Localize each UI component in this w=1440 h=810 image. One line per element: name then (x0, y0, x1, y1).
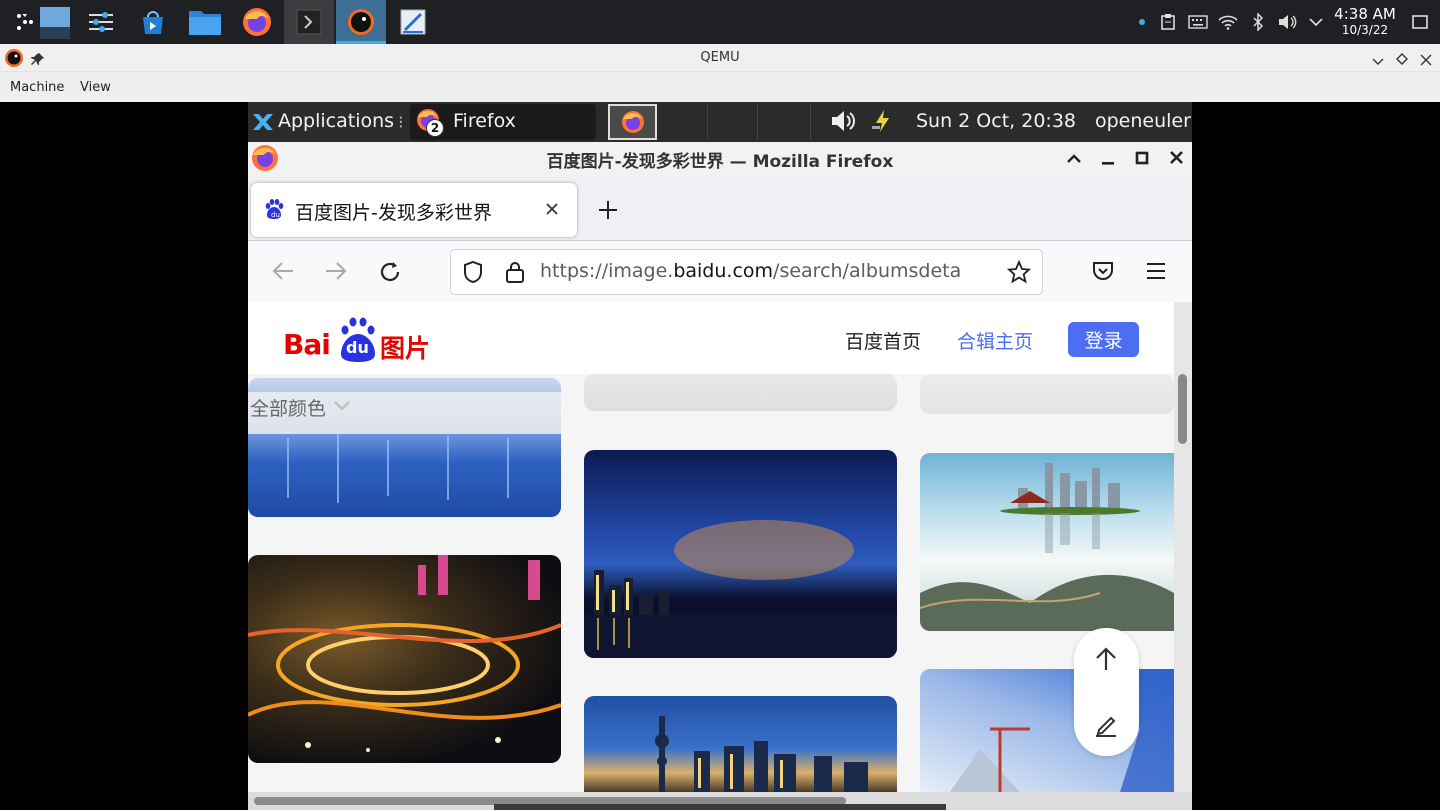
shield-icon[interactable] (462, 260, 484, 288)
wifi-icon[interactable] (1214, 0, 1242, 44)
maximize-icon[interactable] (1135, 150, 1149, 169)
qemu-window-title: QEMU (700, 50, 740, 65)
image-thumbnail[interactable] (920, 453, 1174, 631)
bookmark-star-icon[interactable] (1006, 259, 1032, 288)
back-icon[interactable] (272, 261, 294, 285)
back-to-top-icon[interactable] (1095, 646, 1117, 676)
shade-icon[interactable] (1066, 150, 1082, 169)
image-thumbnail[interactable] (920, 374, 1174, 414)
volume-icon[interactable] (1274, 0, 1302, 44)
close-icon[interactable] (1420, 51, 1432, 70)
tab-close-icon[interactable] (545, 201, 559, 220)
lock-icon[interactable] (505, 260, 525, 288)
panel-clock[interactable]: Sun 2 Oct, 20:38 (916, 110, 1076, 132)
qemu-icon[interactable] (336, 0, 386, 44)
panel-divider (707, 104, 708, 140)
show-desktop-icon[interactable] (1406, 0, 1434, 44)
pocket-icon[interactable] (1092, 261, 1114, 285)
xfce-applications-icon[interactable] (252, 111, 274, 137)
url-text[interactable]: https://image.baidu.com/search/albumsdet… (540, 260, 998, 282)
screenshot-tool-icon[interactable] (388, 0, 438, 44)
forward-icon[interactable] (325, 261, 347, 285)
panel-divider (810, 104, 811, 140)
maximize-icon[interactable] (1395, 51, 1409, 70)
logo-text-du: du (346, 338, 369, 357)
image-thumbnail[interactable] (584, 450, 897, 658)
panel-divider (757, 104, 758, 140)
firefox-icon[interactable] (232, 0, 282, 44)
keyboard-icon[interactable] (1184, 0, 1212, 44)
notification-dot-icon[interactable] (1134, 0, 1150, 44)
svg-text:du: du (271, 211, 280, 219)
workspace-switcher[interactable] (608, 104, 657, 140)
volume-icon[interactable] (831, 110, 857, 136)
chevron-down-icon[interactable] (1304, 0, 1328, 44)
minimize-icon[interactable] (1371, 52, 1385, 71)
feedback-edit-icon[interactable] (1094, 712, 1118, 742)
taskbar-firefox-label[interactable]: Firefox (453, 110, 516, 132)
color-filter-dropdown[interactable]: 全部颜色 (250, 394, 326, 421)
qemu-menubar (0, 72, 1440, 102)
settings-icon[interactable] (76, 0, 126, 44)
menu-view[interactable]: View (80, 80, 111, 95)
window-count-badge: 2 (426, 119, 444, 137)
baidu-paw-favicon: du (263, 198, 285, 224)
image-thumbnail[interactable] (248, 555, 561, 763)
discover-store-icon[interactable] (128, 0, 178, 44)
baidu-home-link[interactable]: 百度首页 (845, 327, 921, 354)
vertical-scrollbar-thumb[interactable] (1178, 374, 1187, 444)
chevron-down-icon[interactable] (333, 398, 351, 417)
menu-machine[interactable]: Machine (10, 80, 64, 95)
hamburger-menu-icon[interactable] (1146, 262, 1166, 284)
reload-icon[interactable] (378, 260, 402, 288)
qemu-scrollbar[interactable] (494, 804, 946, 810)
logo-text-bai: Bai (283, 328, 331, 361)
image-thumbnail[interactable] (584, 696, 897, 792)
clock-time[interactable]: 4:38 AM (1330, 6, 1400, 23)
new-tab-icon[interactable] (598, 200, 618, 224)
firefox-window-title: 百度图片-发现多彩世界 — Mozilla Firefox (546, 152, 894, 172)
login-button[interactable]: 登录 (1068, 322, 1139, 357)
applications-menu[interactable]: Applications (278, 110, 394, 132)
desktop-icon[interactable] (30, 0, 80, 44)
terminal-icon[interactable] (284, 0, 334, 44)
file-manager-icon[interactable] (180, 0, 230, 44)
panel-separator: ⁝ (398, 112, 404, 133)
clipboard-icon[interactable] (1156, 0, 1180, 44)
albums-home-link[interactable]: 合辑主页 (957, 327, 1033, 354)
image-thumbnail[interactable] (584, 374, 897, 411)
clock-date[interactable]: 10/3/22 (1330, 23, 1400, 37)
power-plug-icon[interactable] (870, 108, 896, 138)
bluetooth-icon[interactable] (1246, 0, 1270, 44)
minimize-icon[interactable] (1100, 150, 1116, 169)
close-icon[interactable] (1169, 150, 1184, 169)
tab-title: 百度图片-发现多彩世界 (295, 202, 492, 224)
panel-user[interactable]: openeuler (1095, 110, 1191, 132)
logo-text-images: 图片 (380, 334, 431, 363)
